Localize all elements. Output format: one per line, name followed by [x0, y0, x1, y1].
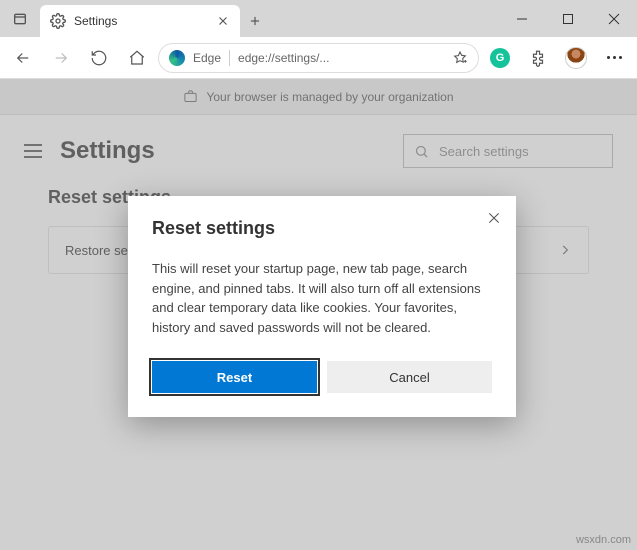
new-tab-button[interactable] [240, 5, 270, 37]
extensions-button[interactable] [521, 41, 555, 75]
tab-overview-button[interactable] [0, 0, 40, 37]
edge-logo-icon [169, 50, 185, 66]
cancel-button[interactable]: Cancel [327, 361, 492, 393]
url-text: edge://settings/... [238, 51, 444, 65]
minimize-button[interactable] [499, 0, 545, 37]
refresh-button[interactable] [82, 41, 116, 75]
back-button[interactable] [6, 41, 40, 75]
forward-button[interactable] [44, 41, 78, 75]
tab-strip: Settings [0, 0, 270, 37]
browser-label: Edge [193, 51, 221, 65]
maximize-button[interactable] [545, 0, 591, 37]
add-favorite-icon[interactable] [452, 50, 468, 66]
toolbar: Edge edge://settings/... G [0, 37, 637, 79]
tab-close-icon[interactable] [216, 14, 230, 28]
reset-settings-dialog: Reset settings This will reset your star… [128, 196, 516, 417]
avatar-icon [565, 47, 587, 69]
tab-settings[interactable]: Settings [40, 5, 240, 37]
more-button[interactable] [597, 41, 631, 75]
titlebar: Settings [0, 0, 637, 37]
more-icon [607, 56, 622, 59]
grammarly-button[interactable]: G [483, 41, 517, 75]
profile-button[interactable] [559, 41, 593, 75]
dialog-body: This will reset your startup page, new t… [152, 259, 492, 337]
dialog-buttons: Reset Cancel [152, 361, 492, 393]
tab-title: Settings [74, 14, 208, 28]
grammarly-icon: G [490, 48, 510, 68]
reset-button[interactable]: Reset [152, 361, 317, 393]
dialog-close-button[interactable] [486, 210, 502, 226]
close-window-button[interactable] [591, 0, 637, 37]
dialog-title: Reset settings [152, 218, 492, 239]
window-controls [499, 0, 637, 37]
watermark: wsxdn.com [576, 534, 631, 546]
address-bar[interactable]: Edge edge://settings/... [158, 43, 479, 73]
home-button[interactable] [120, 41, 154, 75]
gear-icon [50, 13, 66, 29]
